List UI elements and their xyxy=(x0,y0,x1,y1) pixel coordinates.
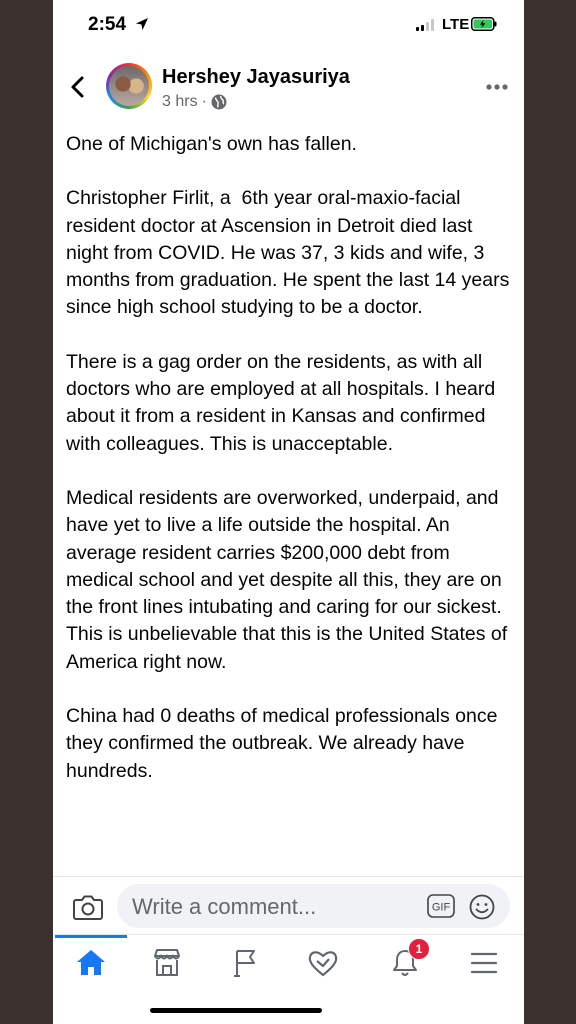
location-arrow-icon xyxy=(136,18,148,30)
status-bar: 2:54 LTE xyxy=(53,0,524,50)
active-tab-indicator xyxy=(55,935,127,938)
network-label: LTE xyxy=(442,16,470,33)
comment-placeholder: Write a comment... xyxy=(132,894,317,919)
emoji-icon[interactable] xyxy=(469,894,495,920)
author-avatar[interactable] xyxy=(106,63,152,109)
camera-icon[interactable] xyxy=(72,893,104,921)
post-paragraph: There is a gag order on the residents, a… xyxy=(66,350,501,455)
bottom-tab-bar: 1 xyxy=(53,934,524,991)
dating-heart-icon[interactable] xyxy=(303,943,343,983)
post-time[interactable]: 3 hrs xyxy=(162,93,198,111)
post-paragraph: One of Michigan's own has fallen. xyxy=(66,133,357,155)
post-meta: 3 hrs · xyxy=(162,93,227,111)
back-arrow-icon[interactable] xyxy=(67,74,89,100)
signal-strength-icon xyxy=(416,19,434,31)
battery-charging-icon xyxy=(471,17,497,31)
comment-input[interactable]: Write a comment... GIF xyxy=(117,884,510,928)
phone-screen: 2:54 LTE Hershey Jayasuriya 3 hrs · One … xyxy=(53,0,524,1024)
globe-icon xyxy=(211,94,227,110)
post-paragraph: China had 0 deaths of medical profession… xyxy=(66,705,503,782)
menu-icon[interactable] xyxy=(464,943,504,983)
status-time: 2:54 xyxy=(88,14,127,35)
post-paragraph: Medical residents are overworked, underp… xyxy=(66,486,512,673)
marketplace-icon[interactable] xyxy=(147,943,187,983)
home-indicator xyxy=(150,1008,322,1013)
gif-icon[interactable]: GIF xyxy=(427,894,455,918)
gif-label: GIF xyxy=(432,902,451,914)
post-body: One of Michigan's own has fallen. Christ… xyxy=(66,131,516,812)
more-options-icon[interactable] xyxy=(486,83,508,91)
comment-bar: Write a comment... GIF xyxy=(53,876,524,935)
meta-separator: · xyxy=(201,93,207,110)
home-icon[interactable] xyxy=(71,943,111,983)
notification-badge: 1 xyxy=(408,938,430,960)
post-paragraph: Christopher Firlit, a 6th year oral-maxi… xyxy=(66,187,515,319)
author-name[interactable]: Hershey Jayasuriya xyxy=(162,66,350,89)
pages-flag-icon[interactable] xyxy=(225,943,265,983)
